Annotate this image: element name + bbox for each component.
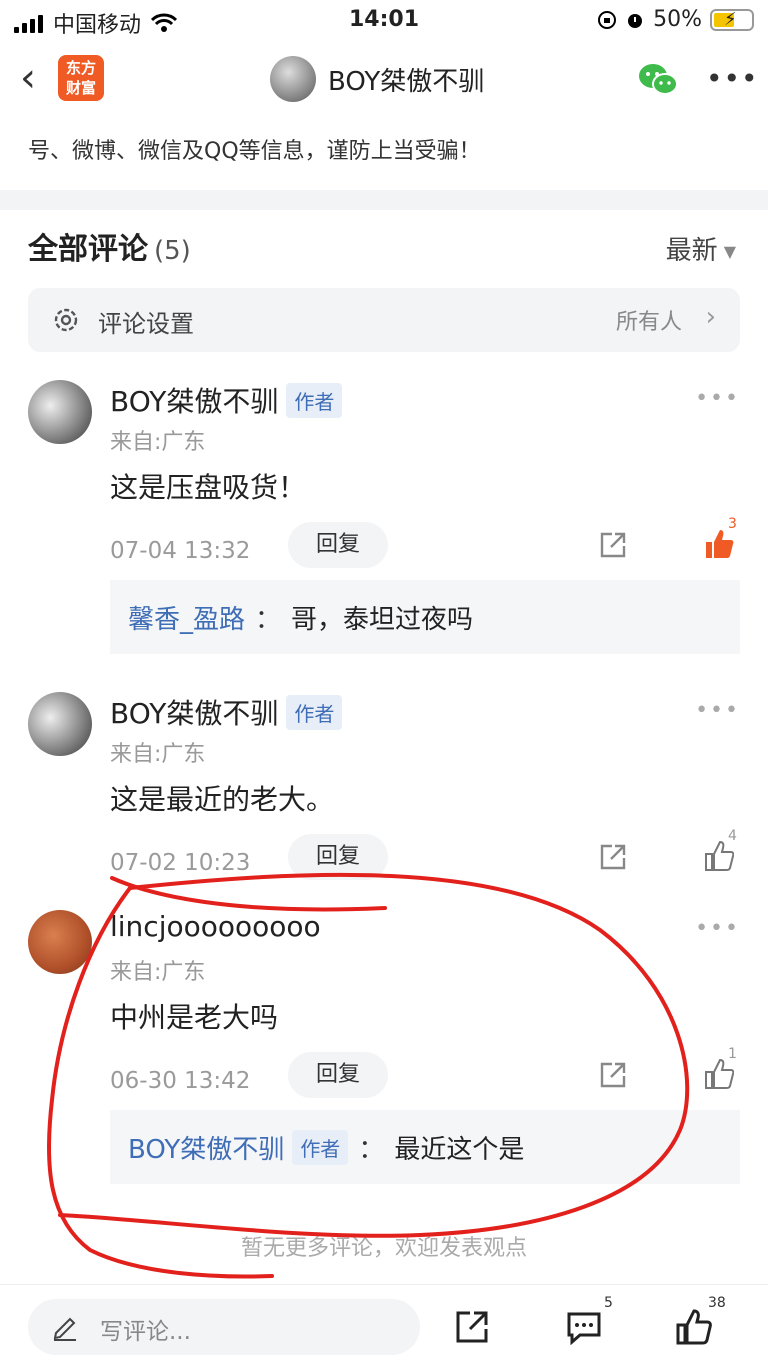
more-icon[interactable]: •••	[695, 916, 740, 941]
thumbs-up-icon[interactable]	[704, 840, 734, 872]
notice-text: 号、微博、微信及QQ等信息，谨防上当受骗！	[28, 139, 481, 164]
author-badge: 作者	[286, 694, 343, 730]
thumbs-up-icon[interactable]	[676, 1309, 712, 1345]
comment-location: 来自:广东	[110, 742, 206, 767]
like-count: 38	[708, 1295, 726, 1311]
sub-reply[interactable]: 馨香_盈路 ： 哥，泰坦过夜吗	[110, 580, 740, 654]
comment-item: BOY桀傲不驯 作者 ••• 来自:广东 这是最近的老大。 07-02 10:23…	[28, 692, 740, 892]
sort-dropdown[interactable]: 最新 ▼	[666, 230, 736, 267]
sub-reply-text: 哥，泰坦过夜吗	[291, 604, 474, 635]
comments-title: 全部评论	[28, 232, 148, 267]
share-icon[interactable]	[598, 1060, 628, 1090]
settings-value: 所有人	[615, 310, 682, 335]
comment-author[interactable]: BOY桀傲不驯	[110, 380, 278, 420]
comment-text: 中州是老大吗	[110, 1001, 279, 1034]
comment-location: 来自:广东	[110, 960, 206, 985]
thumbs-up-icon[interactable]	[704, 1058, 734, 1090]
alarm-icon	[628, 13, 643, 28]
comment-author[interactable]: BOY桀傲不驯	[110, 692, 278, 732]
reply-button[interactable]: 回复	[288, 834, 388, 880]
wechat-icon[interactable]	[638, 62, 678, 98]
comment-time: 07-02 10:23	[110, 850, 251, 876]
like-count: 1	[728, 1046, 737, 1062]
nav-title-text: BOY桀傲不驯	[328, 66, 485, 97]
divider	[0, 190, 768, 210]
write-comment-placeholder: 写评论...	[100, 1319, 191, 1345]
pencil-icon	[53, 1317, 76, 1341]
settings-label: 评论设置	[98, 310, 194, 338]
gear-icon	[54, 308, 78, 332]
comment-author[interactable]: lincjooooooooo	[110, 910, 321, 943]
back-icon[interactable]: ‹	[20, 58, 36, 98]
avatar[interactable]	[28, 692, 92, 756]
avatar	[270, 56, 316, 102]
reply-button[interactable]: 回复	[288, 522, 388, 568]
write-comment-input[interactable]: 写评论...	[28, 1299, 420, 1355]
battery-icon: ⚡	[710, 8, 754, 31]
bottom-bar: 写评论... 5 38	[0, 1284, 768, 1367]
comment-settings-row[interactable]: 评论设置 所有人 ›	[28, 288, 740, 352]
comment-icon[interactable]	[566, 1309, 602, 1345]
avatar[interactable]	[28, 380, 92, 444]
nav-title[interactable]: BOY桀傲不驯	[270, 56, 484, 102]
share-icon[interactable]	[454, 1309, 490, 1345]
end-of-list-text: 暂无更多评论，欢迎发表观点	[240, 1236, 527, 1261]
share-icon[interactable]	[598, 530, 628, 560]
sub-reply-author[interactable]: BOY桀傲不驯	[128, 1129, 284, 1166]
comment-text: 这是最近的老大。	[110, 783, 335, 816]
share-icon[interactable]	[598, 842, 628, 872]
sub-reply[interactable]: BOY桀傲不驯 作者 ： 最近这个是	[110, 1110, 740, 1184]
avatar[interactable]	[28, 910, 92, 974]
comment-time: 07-04 13:32	[110, 538, 251, 564]
thumbs-up-icon[interactable]	[704, 528, 734, 560]
reply-button[interactable]: 回复	[288, 1052, 388, 1098]
comment-item: BOY桀傲不驯 作者 ••• 来自:广东 这是压盘吸货！ 07-04 13:32 …	[28, 380, 740, 660]
comments-count: (5)	[154, 236, 191, 266]
caret-down-icon: ▼	[723, 242, 736, 261]
nav-bar: ‹ 东方 财富 BOY桀傲不驯 •••	[0, 44, 768, 116]
like-count: 4	[728, 828, 737, 844]
comment-count: 5	[604, 1295, 613, 1311]
app-logo[interactable]: 东方 财富	[58, 55, 104, 101]
comment-time: 06-30 13:42	[110, 1068, 251, 1094]
comment-location: 来自:广东	[110, 430, 206, 455]
author-badge: 作者	[286, 382, 343, 418]
comment-text: 这是压盘吸货！	[110, 471, 307, 504]
comments-header: 全部评论 (5) 最新 ▼	[28, 224, 740, 272]
status-bar: 中国移动 14:01 50% ⚡	[0, 0, 768, 40]
sub-reply-text: 最近这个是	[394, 1134, 525, 1165]
battery-percent: 50%	[653, 7, 702, 32]
chevron-right-icon: ›	[705, 302, 716, 332]
like-count: 3	[728, 516, 737, 532]
comment-item: lincjooooooooo ••• 来自:广东 中州是老大吗 06-30 13…	[28, 910, 740, 1190]
more-icon[interactable]: •••	[695, 698, 740, 723]
more-icon[interactable]: •••	[706, 62, 759, 95]
more-icon[interactable]: •••	[695, 386, 740, 411]
sub-reply-author[interactable]: 馨香_盈路	[128, 599, 245, 636]
author-badge: 作者	[292, 1129, 349, 1165]
orientation-lock-icon	[598, 10, 617, 29]
